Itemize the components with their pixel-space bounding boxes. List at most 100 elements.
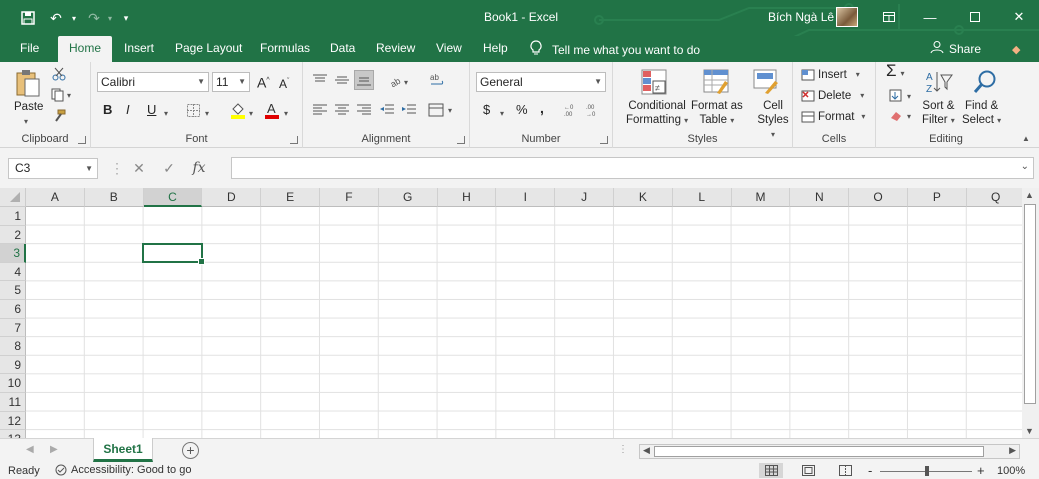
currency-button[interactable]: $ <box>483 103 490 117</box>
find-select-icon[interactable] <box>970 68 1000 96</box>
row-header-6[interactable]: 6 <box>0 300 26 319</box>
column-header-e[interactable]: E <box>261 188 320 207</box>
paste-icon[interactable] <box>12 68 44 100</box>
column-header-i[interactable]: I <box>496 188 556 207</box>
find-select-button[interactable]: Find & Select ▾ <box>962 99 1001 128</box>
close-button[interactable]: ✕ <box>1004 4 1034 30</box>
font-size-select[interactable]: 11 ▼ <box>212 72 250 92</box>
zoom-slider-thumb[interactable] <box>925 466 929 476</box>
font-color-icon[interactable]: A <box>263 100 281 120</box>
column-header-a[interactable]: A <box>26 188 85 207</box>
clear-icon[interactable]: ▾ <box>888 108 916 124</box>
save-icon[interactable] <box>18 8 38 28</box>
sort-filter-icon[interactable]: AZ <box>924 68 954 96</box>
decrease-indent-icon[interactable] <box>379 102 395 118</box>
row-header-5[interactable]: 5 <box>0 281 26 300</box>
column-header-c[interactable]: C <box>143 188 203 207</box>
share-button[interactable]: Share <box>930 40 981 57</box>
row-header-8[interactable]: 8 <box>0 337 26 356</box>
conditional-formatting-button[interactable]: Conditional Formatting ▾ <box>626 99 688 128</box>
column-header-l[interactable]: L <box>672 188 732 207</box>
tab-review[interactable]: Review <box>366 36 425 62</box>
row-header-9[interactable]: 9 <box>0 355 26 375</box>
format-as-table-button[interactable]: Format as Table ▾ <box>691 99 743 128</box>
column-header-h[interactable]: H <box>437 188 497 207</box>
minimize-button[interactable]: — <box>915 4 945 30</box>
prev-sheet-icon[interactable]: ◀ <box>26 444 34 455</box>
percent-button[interactable]: % <box>516 103 528 117</box>
customize-qat-icon[interactable]: ▾ <box>116 8 136 28</box>
column-header-p[interactable]: P <box>908 188 967 207</box>
underline-dropdown-icon[interactable]: ▾ <box>164 107 168 121</box>
copy-icon[interactable]: ▾ <box>50 87 76 103</box>
middle-align-icon[interactable] <box>334 72 350 88</box>
row-header-12[interactable]: 12 <box>0 411 26 431</box>
font-color-dropdown-icon[interactable]: ▾ <box>284 107 288 121</box>
tab-data[interactable]: Data <box>320 36 365 62</box>
number-launcher-icon[interactable] <box>600 136 608 144</box>
tab-formulas[interactable]: Formulas <box>250 36 320 62</box>
format-painter-icon[interactable] <box>50 108 68 124</box>
align-right-icon[interactable] <box>356 102 372 118</box>
vertical-scroll-thumb[interactable] <box>1024 204 1036 404</box>
column-header-q[interactable]: Q <box>966 188 1022 207</box>
row-header-3[interactable]: 3 <box>0 244 26 263</box>
row-header-1[interactable]: 1 <box>0 207 26 226</box>
user-name[interactable]: Bích Ngà Lê <box>768 10 834 24</box>
zoom-out-button[interactable]: - <box>868 463 872 478</box>
next-sheet-icon[interactable]: ▶ <box>50 444 58 455</box>
column-header-m[interactable]: M <box>731 188 791 207</box>
worksheet-grid[interactable]: ABCDEFGHIJKLMNOPQ 12345678910111213 <box>0 188 1022 438</box>
vertical-scrollbar[interactable]: ▲ ▼ <box>1022 188 1039 438</box>
decrease-decimal-icon[interactable]: .00 →0 <box>586 102 604 118</box>
paste-dropdown-icon[interactable]: ▾ <box>24 115 28 129</box>
underline-button[interactable]: U <box>147 103 156 117</box>
number-format-select[interactable]: General ▼ <box>476 72 606 92</box>
add-sheet-button[interactable]: + <box>182 442 199 459</box>
undo-dropdown-icon[interactable]: ▾ <box>64 8 84 28</box>
enter-icon[interactable]: ✓ <box>154 160 184 177</box>
accessibility-status[interactable]: Accessibility: Good to go <box>54 464 191 476</box>
row-header-7[interactable]: 7 <box>0 318 26 338</box>
column-header-b[interactable]: B <box>84 188 144 207</box>
zoom-level[interactable]: 100% <box>997 465 1025 477</box>
undo-icon[interactable]: ↶ <box>46 8 66 28</box>
conditional-formatting-icon[interactable]: ≠ <box>639 68 669 96</box>
bold-button[interactable]: B <box>103 103 112 117</box>
comma-button[interactable]: , <box>540 101 544 115</box>
tab-file[interactable]: File <box>10 36 49 62</box>
column-header-d[interactable]: D <box>202 188 262 207</box>
align-left-icon[interactable] <box>312 102 328 118</box>
scroll-up-icon[interactable]: ▲ <box>1025 190 1034 200</box>
row-header-4[interactable]: 4 <box>0 262 26 282</box>
column-header-o[interactable]: O <box>849 188 908 207</box>
fill-color-icon[interactable] <box>229 100 247 120</box>
page-break-view-icon[interactable] <box>833 463 857 478</box>
column-header-f[interactable]: F <box>320 188 379 207</box>
grow-font-button[interactable]: A^ <box>257 74 270 90</box>
scroll-down-icon[interactable]: ▼ <box>1025 426 1034 436</box>
fill-color-dropdown-icon[interactable]: ▾ <box>249 107 253 121</box>
align-center-icon[interactable] <box>334 102 350 118</box>
name-box[interactable]: C3 ▼ <box>8 158 98 179</box>
bottom-align-icon[interactable] <box>354 70 374 90</box>
alignment-launcher-icon[interactable] <box>457 136 465 144</box>
normal-view-icon[interactable] <box>759 463 783 478</box>
page-layout-view-icon[interactable] <box>796 463 820 478</box>
delete-cells-button[interactable]: Delete ▾ <box>801 89 864 103</box>
row-header-2[interactable]: 2 <box>0 225 26 245</box>
cell-area[interactable] <box>26 207 1022 438</box>
tab-help[interactable]: Help <box>473 36 518 62</box>
borders-icon[interactable] <box>185 102 201 118</box>
tab-view[interactable]: View <box>426 36 472 62</box>
format-cells-button[interactable]: Format ▾ <box>801 110 865 124</box>
sort-filter-button[interactable]: Sort & Filter ▾ <box>922 99 955 128</box>
insert-cells-button[interactable]: Insert ▾ <box>801 68 860 82</box>
tab-home[interactable]: Home <box>58 36 113 62</box>
horizontal-scrollbar[interactable]: ◀ ▶ <box>639 444 1020 459</box>
sheet-tab-sheet1[interactable]: Sheet1 <box>93 438 153 462</box>
scroll-left-icon[interactable]: ◀ <box>643 445 650 456</box>
formula-input[interactable]: ⌄ <box>231 157 1034 179</box>
zoom-in-button[interactable]: + <box>977 463 985 478</box>
font-launcher-icon[interactable] <box>290 136 298 144</box>
